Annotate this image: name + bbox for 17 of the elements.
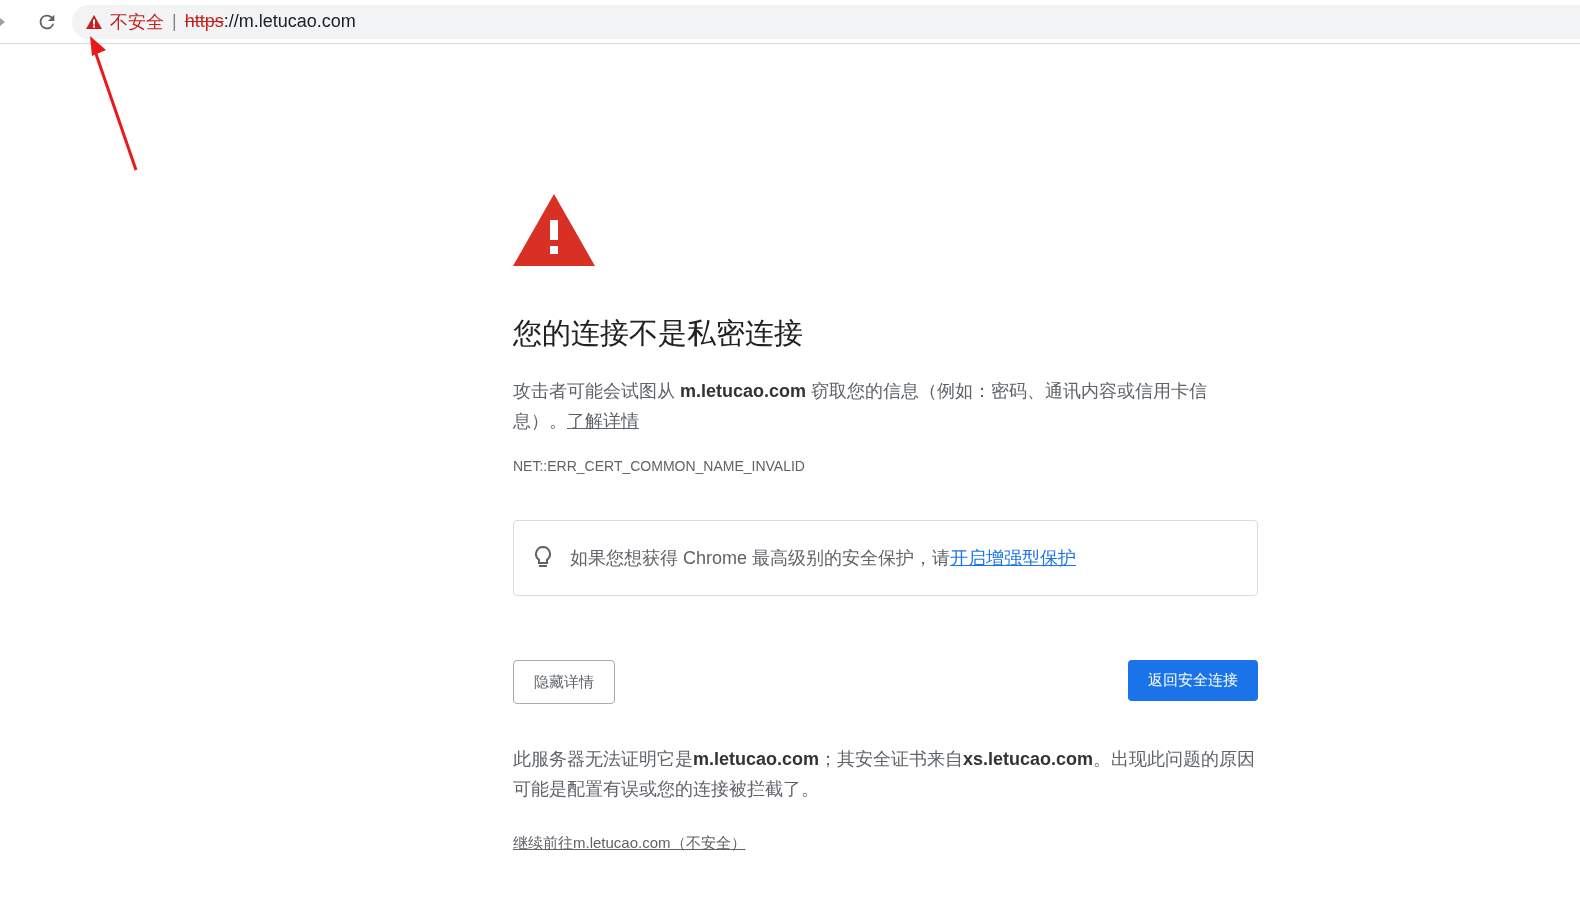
- warning-icon: [513, 194, 595, 266]
- separator: |: [172, 11, 177, 32]
- error-title: 您的连接不是私密连接: [513, 316, 804, 351]
- tip-text: 如果您想获得 Chrome 最高级别的安全保护，请开启增强型保护: [570, 547, 1077, 570]
- error-code: NET::ERR_CERT_COMMON_NAME_INVALID: [513, 458, 806, 474]
- error-description: 攻击者可能会试图从 m.letucao.com 窃取您的信息（例如：密码、通讯内容或信用卡信息）。了解详情: [513, 380, 1209, 433]
- hide-details-button[interactable]: 隐藏详情: [513, 660, 615, 704]
- warning-icon: [86, 14, 102, 29]
- address-bar[interactable]: 不安全 | https://m.letucao.com: [72, 4, 1580, 39]
- learn-more-link[interactable]: 了解详情: [567, 411, 639, 431]
- enhanced-protection-link[interactable]: 开启增强型保护: [950, 548, 1077, 568]
- details-text: 此服务器无法证明它是m.letucao.com；其安全证书来自xs.letucao.com。出现此问题的原因可能是配置有误或您的连接被拦截了。: [513, 748, 1257, 801]
- proceed-link[interactable]: 继续前往m.letucao.com（不安全）: [513, 834, 746, 853]
- url-text: https://m.letucao.com: [184, 11, 356, 32]
- lightbulb-icon: [534, 546, 552, 570]
- back-to-safety-button[interactable]: 返回安全连接: [1128, 660, 1258, 701]
- not-secure-label[interactable]: 不安全: [110, 9, 164, 34]
